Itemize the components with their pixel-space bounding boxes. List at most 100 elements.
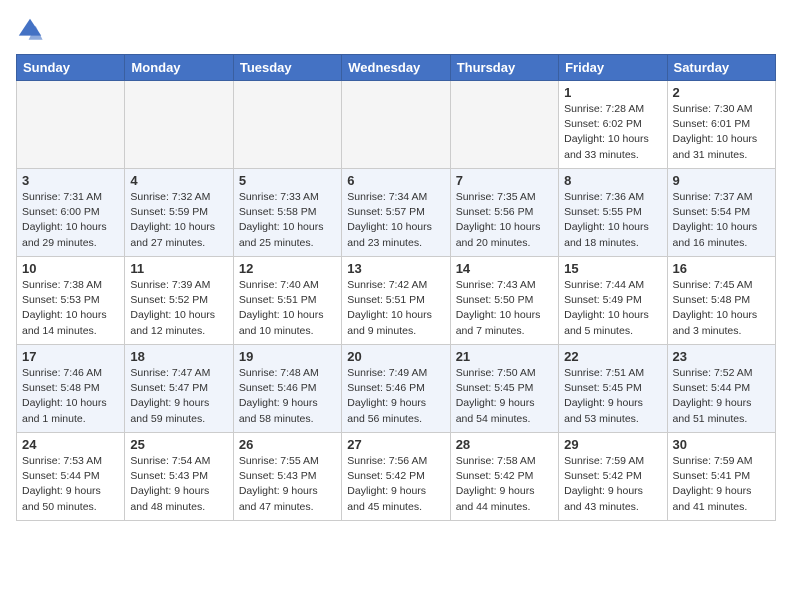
day-number: 1 <box>564 85 661 100</box>
day-number: 21 <box>456 349 553 364</box>
weekday-header: Monday <box>125 55 233 81</box>
weekday-header: Thursday <box>450 55 558 81</box>
day-number: 16 <box>673 261 770 276</box>
day-number: 5 <box>239 173 336 188</box>
calendar-cell: 30 Sunrise: 7:59 AM Sunset: 5:41 PM Dayli… <box>667 433 775 521</box>
calendar-cell: 16 Sunrise: 7:45 AM Sunset: 5:48 PM Dayli… <box>667 257 775 345</box>
day-number: 25 <box>130 437 227 452</box>
calendar-cell: 18 Sunrise: 7:47 AM Sunset: 5:47 PM Dayli… <box>125 345 233 433</box>
calendar-cell: 11Sunrise: 7:39 AM Sunset: 5:52 PM Dayli… <box>125 257 233 345</box>
calendar-week-row: 24 Sunrise: 7:53 AM Sunset: 5:44 PM Dayli… <box>17 433 776 521</box>
calendar-cell: 15 Sunrise: 7:44 AM Sunset: 5:49 PM Dayli… <box>559 257 667 345</box>
day-info: Sunrise: 7:56 AM Sunset: 5:42 PM Dayligh… <box>347 454 444 515</box>
day-number: 2 <box>673 85 770 100</box>
day-number: 9 <box>673 173 770 188</box>
calendar-week-row: 1 Sunrise: 7:28 AM Sunset: 6:02 PM Daylig… <box>17 81 776 169</box>
day-info: Sunrise: 7:37 AM Sunset: 5:54 PM Dayligh… <box>673 190 770 251</box>
day-number: 12 <box>239 261 336 276</box>
day-number: 13 <box>347 261 444 276</box>
calendar-cell: 23 Sunrise: 7:52 AM Sunset: 5:44 PM Dayli… <box>667 345 775 433</box>
calendar-header-row: SundayMondayTuesdayWednesdayThursdayFrid… <box>17 55 776 81</box>
calendar-cell: 3 Sunrise: 7:31 AM Sunset: 6:00 PM Daylig… <box>17 169 125 257</box>
calendar-cell: 2 Sunrise: 7:30 AM Sunset: 6:01 PM Daylig… <box>667 81 775 169</box>
day-info: Sunrise: 7:55 AM Sunset: 5:43 PM Dayligh… <box>239 454 336 515</box>
calendar-cell: 27 Sunrise: 7:56 AM Sunset: 5:42 PM Dayli… <box>342 433 450 521</box>
day-number: 20 <box>347 349 444 364</box>
day-number: 14 <box>456 261 553 276</box>
calendar-cell: 21 Sunrise: 7:50 AM Sunset: 5:45 PM Dayli… <box>450 345 558 433</box>
day-info: Sunrise: 7:45 AM Sunset: 5:48 PM Dayligh… <box>673 278 770 339</box>
day-info: Sunrise: 7:38 AM Sunset: 5:53 PM Dayligh… <box>22 278 119 339</box>
day-number: 4 <box>130 173 227 188</box>
weekday-header: Saturday <box>667 55 775 81</box>
day-info: Sunrise: 7:28 AM Sunset: 6:02 PM Dayligh… <box>564 102 661 163</box>
day-info: Sunrise: 7:53 AM Sunset: 5:44 PM Dayligh… <box>22 454 119 515</box>
calendar-week-row: 17 Sunrise: 7:46 AM Sunset: 5:48 PM Dayli… <box>17 345 776 433</box>
day-number: 10 <box>22 261 119 276</box>
calendar-cell: 9 Sunrise: 7:37 AM Sunset: 5:54 PM Daylig… <box>667 169 775 257</box>
day-info: Sunrise: 7:50 AM Sunset: 5:45 PM Dayligh… <box>456 366 553 427</box>
day-info: Sunrise: 7:43 AM Sunset: 5:50 PM Dayligh… <box>456 278 553 339</box>
weekday-header: Sunday <box>17 55 125 81</box>
day-info: Sunrise: 7:33 AM Sunset: 5:58 PM Dayligh… <box>239 190 336 251</box>
calendar-cell: 7 Sunrise: 7:35 AM Sunset: 5:56 PM Daylig… <box>450 169 558 257</box>
day-number: 11 <box>130 261 227 276</box>
day-info: Sunrise: 7:31 AM Sunset: 6:00 PM Dayligh… <box>22 190 119 251</box>
logo-icon <box>16 16 44 44</box>
day-number: 23 <box>673 349 770 364</box>
calendar-cell: 25Sunrise: 7:54 AM Sunset: 5:43 PM Dayli… <box>125 433 233 521</box>
day-number: 3 <box>22 173 119 188</box>
day-info: Sunrise: 7:51 AM Sunset: 5:45 PM Dayligh… <box>564 366 661 427</box>
day-info: Sunrise: 7:59 AM Sunset: 5:41 PM Dayligh… <box>673 454 770 515</box>
calendar-cell: 17 Sunrise: 7:46 AM Sunset: 5:48 PM Dayli… <box>17 345 125 433</box>
day-info: Sunrise: 7:52 AM Sunset: 5:44 PM Dayligh… <box>673 366 770 427</box>
day-number: 24 <box>22 437 119 452</box>
calendar-cell: 26Sunrise: 7:55 AM Sunset: 5:43 PM Dayli… <box>233 433 341 521</box>
day-number: 8 <box>564 173 661 188</box>
day-info: Sunrise: 7:32 AM Sunset: 5:59 PM Dayligh… <box>130 190 227 251</box>
day-number: 28 <box>456 437 553 452</box>
day-info: Sunrise: 7:44 AM Sunset: 5:49 PM Dayligh… <box>564 278 661 339</box>
calendar-cell: 19Sunrise: 7:48 AM Sunset: 5:46 PM Dayli… <box>233 345 341 433</box>
calendar-cell: 1 Sunrise: 7:28 AM Sunset: 6:02 PM Daylig… <box>559 81 667 169</box>
calendar-cell <box>450 81 558 169</box>
day-info: Sunrise: 7:34 AM Sunset: 5:57 PM Dayligh… <box>347 190 444 251</box>
day-number: 15 <box>564 261 661 276</box>
weekday-header: Tuesday <box>233 55 341 81</box>
calendar-cell: 29Sunrise: 7:59 AM Sunset: 5:42 PM Dayli… <box>559 433 667 521</box>
day-info: Sunrise: 7:46 AM Sunset: 5:48 PM Dayligh… <box>22 366 119 427</box>
day-number: 29 <box>564 437 661 452</box>
calendar-cell: 10 Sunrise: 7:38 AM Sunset: 5:53 PM Dayli… <box>17 257 125 345</box>
page-header <box>16 16 776 44</box>
day-info: Sunrise: 7:47 AM Sunset: 5:47 PM Dayligh… <box>130 366 227 427</box>
calendar-table: SundayMondayTuesdayWednesdayThursdayFrid… <box>16 54 776 521</box>
day-number: 7 <box>456 173 553 188</box>
calendar-cell <box>125 81 233 169</box>
day-number: 17 <box>22 349 119 364</box>
calendar-cell: 12 Sunrise: 7:40 AM Sunset: 5:51 PM Dayli… <box>233 257 341 345</box>
calendar-cell: 22 Sunrise: 7:51 AM Sunset: 5:45 PM Dayli… <box>559 345 667 433</box>
weekday-header: Friday <box>559 55 667 81</box>
calendar-cell: 14 Sunrise: 7:43 AM Sunset: 5:50 PM Dayli… <box>450 257 558 345</box>
calendar-cell <box>233 81 341 169</box>
day-number: 30 <box>673 437 770 452</box>
day-info: Sunrise: 7:30 AM Sunset: 6:01 PM Dayligh… <box>673 102 770 163</box>
day-number: 27 <box>347 437 444 452</box>
day-info: Sunrise: 7:35 AM Sunset: 5:56 PM Dayligh… <box>456 190 553 251</box>
weekday-header: Wednesday <box>342 55 450 81</box>
day-info: Sunrise: 7:49 AM Sunset: 5:46 PM Dayligh… <box>347 366 444 427</box>
day-info: Sunrise: 7:40 AM Sunset: 5:51 PM Dayligh… <box>239 278 336 339</box>
calendar-week-row: 10 Sunrise: 7:38 AM Sunset: 5:53 PM Dayli… <box>17 257 776 345</box>
day-number: 18 <box>130 349 227 364</box>
calendar-cell <box>342 81 450 169</box>
logo <box>16 16 48 44</box>
day-number: 22 <box>564 349 661 364</box>
calendar-cell: 24 Sunrise: 7:53 AM Sunset: 5:44 PM Dayli… <box>17 433 125 521</box>
day-number: 6 <box>347 173 444 188</box>
day-info: Sunrise: 7:42 AM Sunset: 5:51 PM Dayligh… <box>347 278 444 339</box>
calendar-cell: 20 Sunrise: 7:49 AM Sunset: 5:46 PM Dayli… <box>342 345 450 433</box>
calendar-cell: 4 Sunrise: 7:32 AM Sunset: 5:59 PM Daylig… <box>125 169 233 257</box>
calendar-cell: 8Sunrise: 7:36 AM Sunset: 5:55 PM Daylig… <box>559 169 667 257</box>
day-number: 19 <box>239 349 336 364</box>
calendar-week-row: 3 Sunrise: 7:31 AM Sunset: 6:00 PM Daylig… <box>17 169 776 257</box>
